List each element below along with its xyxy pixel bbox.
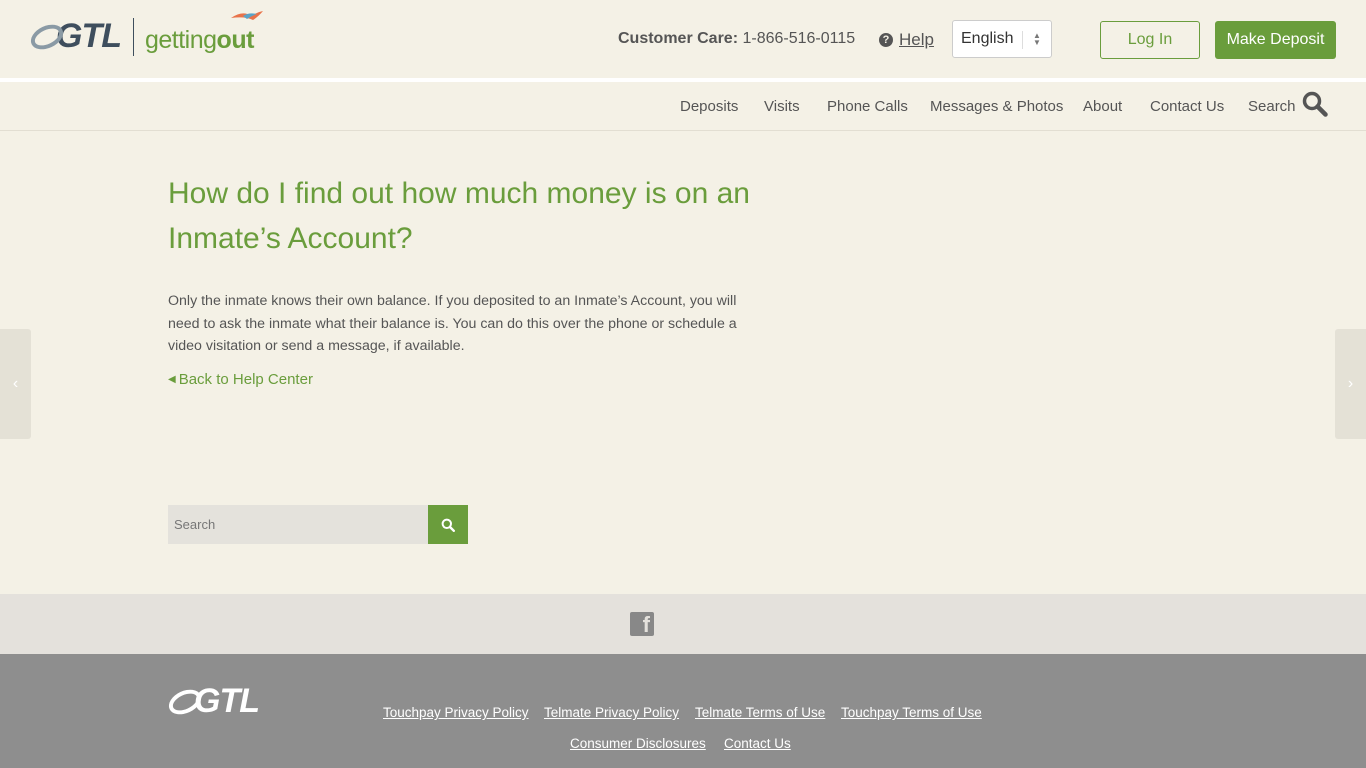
gtl-logo: GTL — [26, 17, 122, 56]
nav-contact-us[interactable]: Contact Us — [1150, 98, 1224, 115]
footer-logo[interactable]: GTL — [164, 682, 260, 721]
article-body: Only the inmate knows their own balance.… — [168, 293, 737, 354]
footer-logo-text: GTL — [194, 682, 260, 720]
chevron-right-icon: › — [1347, 375, 1354, 392]
footer-contact-us-link[interactable]: Contact Us — [724, 736, 791, 751]
back-link-label[interactable]: Back to Help Center — [179, 371, 313, 388]
gettingout-prefix: getting — [144, 26, 217, 54]
telmate-privacy-link[interactable]: Telmate Privacy Policy — [544, 705, 679, 720]
login-button[interactable]: Log In — [1100, 21, 1200, 59]
search-icon[interactable] — [1302, 91, 1328, 117]
page-title: How do I find out how much money is on a… — [168, 177, 750, 255]
gtl-logo-text: GTL — [56, 17, 122, 55]
nav-search[interactable]: Search — [1248, 98, 1296, 115]
customer-care: Customer Care: 1-866-516-0115 — [618, 30, 855, 48]
site-logo[interactable]: GTL gettingout — [26, 11, 263, 56]
gettingout-suffix: out — [216, 26, 255, 54]
search-input[interactable] — [168, 505, 428, 544]
select-arrows-icon: ▲ ▼ — [1033, 31, 1041, 47]
gettingout-logo: gettingout — [144, 11, 263, 55]
language-selected: English — [961, 30, 1014, 47]
touchpay-terms-link[interactable]: Touchpay Terms of Use — [841, 705, 982, 720]
consumer-disclosures-link[interactable]: Consumer Disclosures — [570, 736, 706, 751]
top-header: GTL gettingout Customer Care: 1-866-516-… — [0, 0, 1366, 78]
search-submit-button[interactable] — [428, 505, 468, 544]
help-circle-icon: ? — [879, 33, 893, 47]
logo-divider — [132, 17, 134, 56]
search-icon — [441, 518, 455, 532]
telmate-terms-link[interactable]: Telmate Terms of Use — [695, 705, 825, 720]
nav-about[interactable]: About — [1083, 98, 1122, 115]
nav-phone-calls[interactable]: Phone Calls — [827, 98, 908, 115]
gtl-orbit-icon — [26, 19, 68, 54]
language-select[interactable]: English ▲ ▼ — [952, 20, 1052, 58]
make-deposit-button[interactable]: Make Deposit — [1215, 21, 1336, 59]
social-band: f — [0, 594, 1366, 654]
nav-messages-photos[interactable]: Messages & Photos — [930, 98, 1063, 115]
main-nav: Deposits Visits Phone Calls Messages & P… — [0, 82, 1366, 131]
back-to-help-center-link[interactable]: ◀ Back to Help Center — [168, 371, 313, 388]
touchpay-privacy-link[interactable]: Touchpay Privacy Policy — [383, 705, 529, 720]
footer: GTL Touchpay Privacy Policy Telmate Priv… — [0, 654, 1366, 768]
nav-deposits[interactable]: Deposits — [680, 98, 738, 115]
help-label[interactable]: Help — [899, 30, 934, 50]
facebook-icon[interactable]: f — [630, 612, 654, 636]
caret-left-icon: ◀ — [168, 374, 176, 385]
chevron-left-icon: ‹ — [12, 375, 19, 392]
previous-article-arrow[interactable]: ‹ — [0, 329, 31, 439]
help-link[interactable]: ? Help — [879, 30, 934, 50]
customer-care-phone[interactable]: 1-866-516-0115 — [742, 30, 855, 47]
customer-care-label: Customer Care: — [618, 30, 739, 47]
select-divider — [1022, 31, 1023, 49]
nav-visits[interactable]: Visits — [764, 98, 800, 115]
next-article-arrow[interactable]: › — [1335, 329, 1366, 439]
bird-icon — [230, 11, 263, 20]
